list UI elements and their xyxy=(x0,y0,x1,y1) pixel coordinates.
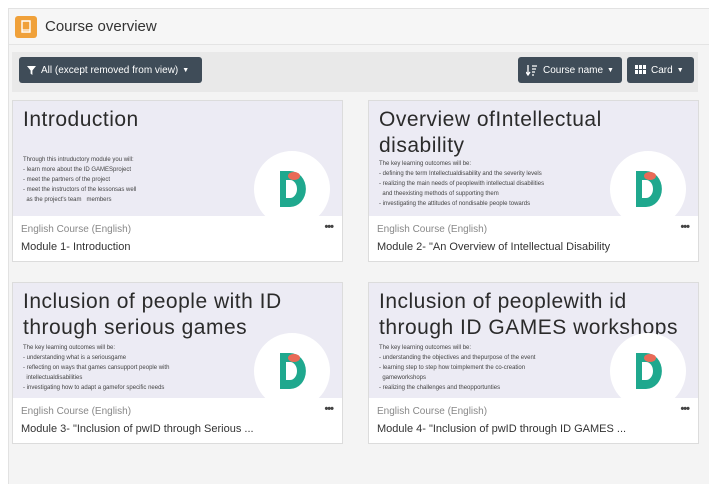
course-card-image[interactable]: Introduction Through this intruductory m… xyxy=(13,101,342,216)
course-title-link[interactable]: Module 1- Introduction xyxy=(21,241,321,253)
course-image-description: Through this intruductory module you wil… xyxy=(23,157,137,203)
caret-down-icon: ▼ xyxy=(676,66,684,74)
course-category: English Course (English) xyxy=(21,406,132,417)
more-options-icon[interactable]: ••• xyxy=(324,403,334,415)
caret-down-icon: ▼ xyxy=(182,66,190,74)
course-card-image[interactable]: Overview ofIntellectual disability The k… xyxy=(369,101,698,216)
course-card[interactable]: Overview ofIntellectual disability The k… xyxy=(368,100,699,262)
course-image-description: The key learning outcomes will be: - def… xyxy=(379,161,545,207)
caret-down-icon: ▼ xyxy=(607,66,614,74)
course-category: English Course (English) xyxy=(377,406,488,417)
book-icon xyxy=(15,16,37,38)
id-games-logo xyxy=(610,333,686,398)
course-image-heading: Introduction xyxy=(23,108,139,131)
block-header: Course overview xyxy=(9,9,709,45)
more-options-icon[interactable]: ••• xyxy=(324,221,334,233)
sort-dropdown-button[interactable]: Course name ▼ xyxy=(518,57,622,83)
more-options-icon[interactable]: ••• xyxy=(680,221,690,233)
grid-icon xyxy=(635,65,646,75)
filter-dropdown-button[interactable]: All (except removed from view) ▼ xyxy=(19,57,202,83)
id-games-logo xyxy=(254,333,330,398)
sort-icon xyxy=(526,64,538,76)
course-image-description: The key learning outcomes will be: - und… xyxy=(379,345,536,391)
course-card-image[interactable]: Inclusion of peoplewith id through ID GA… xyxy=(369,283,698,398)
more-options-icon[interactable]: ••• xyxy=(680,403,690,415)
id-games-logo xyxy=(610,151,686,216)
sort-label: Course name xyxy=(543,64,604,76)
course-title-link[interactable]: Module 4- "Inclusion of pwID through ID … xyxy=(377,423,677,435)
course-card[interactable]: Inclusion of peoplewith id through ID GA… xyxy=(368,282,699,444)
course-category: English Course (English) xyxy=(21,224,132,235)
course-category: English Course (English) xyxy=(377,224,488,235)
block-title: Course overview xyxy=(45,18,157,35)
view-dropdown-button[interactable]: Card ▼ xyxy=(627,57,694,83)
id-games-logo xyxy=(254,151,330,216)
course-title-link[interactable]: Module 2- "An Overview of Intellectual D… xyxy=(377,241,677,253)
view-label: Card xyxy=(651,64,673,76)
filter-icon xyxy=(27,65,36,75)
course-toolbar: All (except removed from view) ▼ Course … xyxy=(12,52,698,92)
course-title-link[interactable]: Module 3- "Inclusion of pwID through Ser… xyxy=(21,423,321,435)
filter-label: All (except removed from view) xyxy=(41,64,179,76)
course-card-image[interactable]: Inclusion of people with ID through seri… xyxy=(13,283,342,398)
course-card[interactable]: Introduction Through this intruductory m… xyxy=(12,100,343,262)
course-image-description: The key learning outcomes will be: - und… xyxy=(23,345,170,391)
course-card[interactable]: Inclusion of people with ID through seri… xyxy=(12,282,343,444)
